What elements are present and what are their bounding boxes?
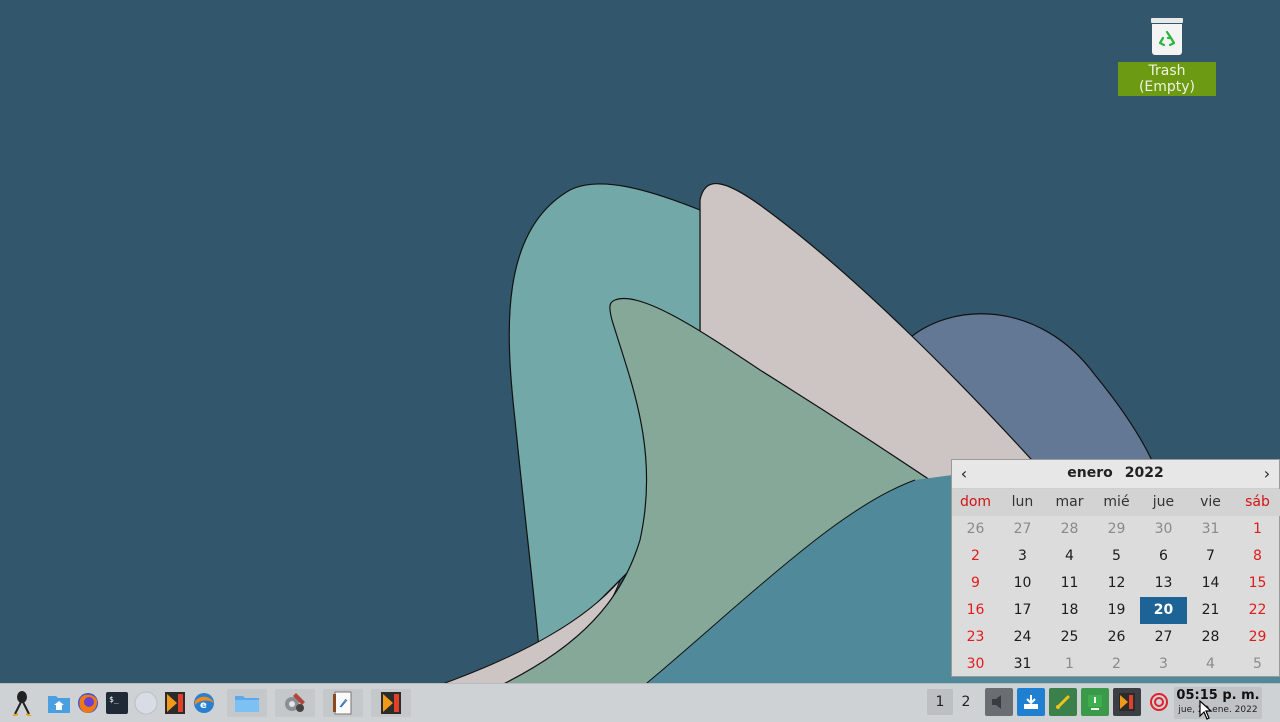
document-icon[interactable] — [323, 689, 363, 717]
clock[interactable]: 05:15 p. m. jue, 20 ene. 2022 — [1174, 687, 1262, 719]
calendar-day[interactable]: 17 — [999, 597, 1046, 624]
trash-desktop-icon[interactable]: Trash (Empty) — [1118, 18, 1216, 96]
next-month-button[interactable]: › — [1257, 464, 1277, 484]
calendar-grid: dom lun mar mié jue vie sáb 26 27 28 29 30 31… — [952, 489, 1280, 678]
updates-icon[interactable] — [1017, 688, 1045, 716]
calendar-day[interactable]: 9 — [952, 570, 999, 597]
weekday-header: mié — [1093, 489, 1140, 516]
media-tray-icon[interactable] — [1113, 688, 1141, 716]
weekday-header: lun — [999, 489, 1046, 516]
calendar-day[interactable]: 28 — [1046, 516, 1093, 543]
workspace-pager: 1 2 — [927, 689, 979, 715]
calendar-day[interactable]: 23 — [952, 624, 999, 651]
calendar-day[interactable]: 18 — [1046, 597, 1093, 624]
calendar-day[interactable]: 5 — [1093, 543, 1140, 570]
system-tray — [985, 688, 1177, 716]
browser-icon[interactable]: e — [190, 689, 218, 717]
calendar-day[interactable]: 25 — [1046, 624, 1093, 651]
calendar-day[interactable]: 30 — [1140, 516, 1187, 543]
weekday-header: dom — [952, 489, 999, 516]
weekday-header: jue — [1140, 489, 1187, 516]
calendar-day[interactable]: 15 — [1234, 570, 1280, 597]
calendar-day[interactable]: 29 — [1234, 624, 1280, 651]
calendar-day[interactable]: 31 — [999, 651, 1046, 678]
svg-text:e: e — [200, 700, 207, 711]
calendar-day[interactable]: 12 — [1093, 570, 1140, 597]
calendar-day[interactable]: 19 — [1093, 597, 1140, 624]
calendar-day[interactable]: 24 — [999, 624, 1046, 651]
calendar-year: 2022 — [1124, 465, 1164, 481]
mouse-cursor-icon — [1199, 700, 1213, 720]
calendar-day[interactable]: 29 — [1093, 516, 1140, 543]
workspace-2[interactable]: 2 — [953, 689, 979, 715]
calendar-day[interactable]: 22 — [1234, 597, 1280, 624]
calendar-day[interactable]: 2 — [952, 543, 999, 570]
calendar-day[interactable]: 4 — [1046, 543, 1093, 570]
taskbar: $_ e 1 2 05:15 p. m. jue, 20 ene. 2022 — [0, 683, 1280, 722]
calendar-day[interactable]: 13 — [1140, 570, 1187, 597]
menu-icon[interactable] — [8, 689, 36, 717]
calendar-day[interactable]: 26 — [952, 516, 999, 543]
calendar-day[interactable]: 5 — [1234, 651, 1280, 678]
calendar-month: enero — [1067, 465, 1113, 481]
globe-icon[interactable] — [132, 689, 160, 717]
calendar-day[interactable]: 7 — [1187, 543, 1234, 570]
calendar-day[interactable]: 28 — [1187, 624, 1234, 651]
launcher-bar: $_ e — [8, 687, 419, 719]
power-icon[interactable] — [1145, 688, 1173, 716]
calendar-day[interactable]: 11 — [1046, 570, 1093, 597]
calendar-day[interactable]: 26 — [1093, 624, 1140, 651]
calendar-day[interactable]: 2 — [1093, 651, 1140, 678]
calendar-day[interactable]: 14 — [1187, 570, 1234, 597]
calendar-day[interactable]: 3 — [1140, 651, 1187, 678]
trash-icon — [1150, 18, 1184, 56]
calendar-day[interactable]: 4 — [1187, 651, 1234, 678]
calendar-day[interactable]: 30 — [952, 651, 999, 678]
calendar-day[interactable]: 6 — [1140, 543, 1187, 570]
media-icon[interactable] — [161, 689, 189, 717]
weekday-header: sáb — [1234, 489, 1280, 516]
weekday-header: mar — [1046, 489, 1093, 516]
volume-icon[interactable] — [985, 688, 1013, 716]
clock-date: jue, 20 ene. 2022 — [1178, 705, 1258, 715]
media-window-icon[interactable] — [371, 689, 411, 717]
calendar-day[interactable]: 27 — [1140, 624, 1187, 651]
workspace-1[interactable]: 1 — [927, 689, 953, 715]
calendar-day[interactable]: 16 — [952, 597, 999, 624]
calendar-day[interactable]: 21 — [1187, 597, 1234, 624]
home-folder-icon[interactable] — [45, 689, 73, 717]
network-icon[interactable] — [1049, 688, 1077, 716]
calendar-header: ‹ enero 2022 › — [952, 460, 1279, 489]
trash-label: Trash (Empty) — [1118, 62, 1216, 96]
terminal-icon[interactable]: $_ — [103, 689, 131, 717]
calendar-day-today[interactable]: 20 — [1140, 597, 1187, 624]
calendar-popup: ‹ enero 2022 › dom lun mar mié jue vie sá… — [951, 459, 1280, 677]
calendar-day[interactable]: 1 — [1234, 516, 1280, 543]
firefox-icon[interactable] — [74, 689, 102, 717]
calendar-day[interactable]: 10 — [999, 570, 1046, 597]
clock-time: 05:15 p. m. — [1176, 688, 1260, 703]
svg-text:$_: $_ — [109, 695, 119, 704]
calendar-day[interactable]: 3 — [999, 543, 1046, 570]
download-icon[interactable] — [1081, 688, 1109, 716]
calendar-day[interactable]: 31 — [1187, 516, 1234, 543]
calendar-title[interactable]: enero 2022 — [952, 465, 1279, 481]
calendar-day[interactable]: 1 — [1046, 651, 1093, 678]
calendar-day[interactable]: 27 — [999, 516, 1046, 543]
calendar-day[interactable]: 8 — [1234, 543, 1280, 570]
folder-icon[interactable] — [227, 689, 267, 717]
weekday-header: vie — [1187, 489, 1234, 516]
settings-icon[interactable] — [275, 689, 315, 717]
